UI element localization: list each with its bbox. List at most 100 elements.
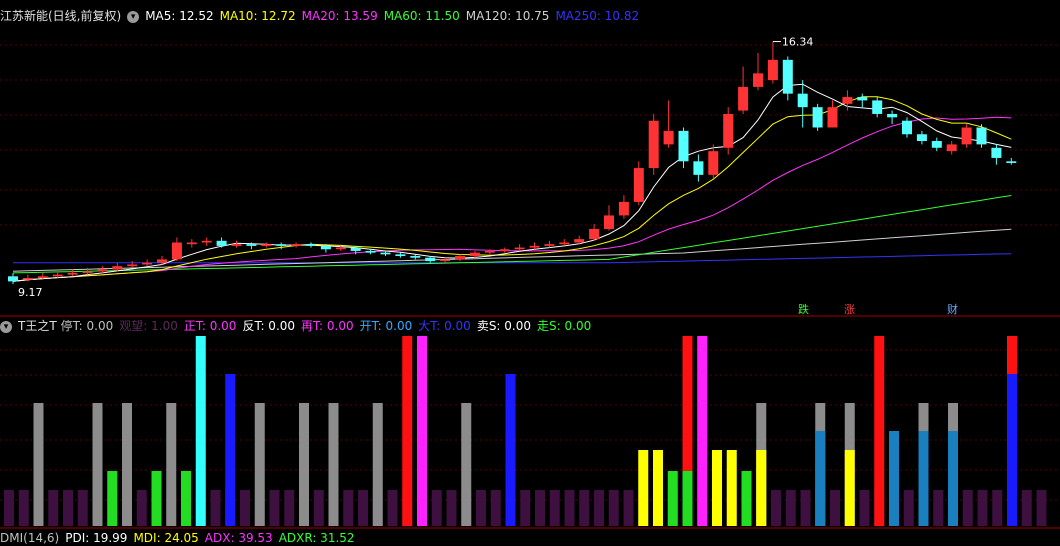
candle-body — [812, 107, 823, 128]
candle-body — [335, 247, 346, 250]
watch-bar — [520, 490, 531, 526]
walk-s-bar — [107, 471, 118, 526]
candle-body — [82, 271, 93, 273]
stop-t-bar — [299, 403, 309, 526]
reverse-t-bar — [195, 336, 206, 526]
yellow-bar — [726, 450, 737, 526]
open-t-bar — [918, 431, 929, 526]
candle-body — [395, 254, 406, 257]
watch-bar — [623, 490, 634, 526]
candle-body — [142, 262, 153, 265]
candle-body — [455, 256, 465, 260]
candle-body — [589, 228, 600, 240]
open-t-bar — [889, 431, 899, 526]
watch-bar — [992, 490, 1003, 526]
candle-body — [827, 107, 838, 128]
candle-body — [887, 113, 898, 118]
candle-body — [157, 259, 167, 263]
candle-body — [1006, 161, 1017, 163]
candle-body — [946, 144, 957, 152]
candle-body — [246, 244, 257, 246]
stop-t-bar — [328, 403, 339, 526]
candle-body — [618, 201, 629, 216]
candle-body — [529, 245, 540, 248]
stop-t-bar — [372, 403, 383, 526]
watch-bar — [313, 490, 324, 526]
candle-body — [425, 257, 436, 262]
watch-bar — [4, 490, 14, 526]
kline-chart[interactable]: 16.34 9.17 — [0, 0, 1060, 536]
watch-bar — [564, 490, 575, 526]
candle-body — [440, 259, 451, 262]
candle-body — [276, 244, 287, 246]
candle-body — [648, 120, 659, 169]
candle-body — [604, 215, 614, 229]
candle-body — [693, 161, 704, 175]
watch-bar — [579, 490, 590, 526]
walk-s-bar — [151, 471, 162, 526]
sell-bar — [402, 336, 413, 526]
stop-t-bar — [122, 403, 132, 526]
watch-bar — [240, 490, 250, 526]
walk-s-bar — [181, 471, 191, 526]
big-t-bar — [505, 374, 516, 526]
candle-body — [67, 272, 78, 275]
candle-body — [112, 266, 123, 270]
watch-bar — [549, 490, 560, 526]
candle-body — [186, 242, 197, 245]
candle-body — [544, 244, 555, 246]
candle-body — [410, 256, 421, 258]
candle-body — [97, 269, 108, 272]
walk-s-bar — [667, 471, 678, 526]
watch-bar — [1021, 490, 1032, 526]
candle-body — [663, 130, 674, 145]
watch-bar — [358, 490, 368, 526]
watch-bar — [830, 490, 840, 526]
candle-body — [872, 100, 883, 114]
candle-body — [306, 244, 316, 246]
watch-bar — [859, 490, 870, 526]
watch-bar — [933, 490, 944, 526]
stop-t-bar — [254, 403, 265, 526]
candle-body — [499, 249, 510, 251]
candle-body — [52, 274, 63, 277]
yellow-bar — [756, 450, 767, 526]
candle-body — [22, 278, 33, 280]
candle-body — [708, 151, 719, 175]
yellow-bar — [712, 450, 722, 526]
positive-t-bar — [417, 336, 427, 526]
candle-body — [902, 120, 912, 135]
watch-bar — [800, 490, 811, 526]
candle-body — [678, 130, 689, 162]
candle-body — [365, 250, 376, 253]
candle-body — [753, 73, 763, 87]
yellow-bar — [638, 450, 649, 526]
price-high-label: 16.34 — [782, 36, 814, 49]
candle-body — [484, 250, 495, 253]
candle-body — [291, 244, 302, 246]
watch-bar — [210, 490, 221, 526]
stop-t-bar — [166, 403, 177, 526]
watch-bar — [903, 490, 914, 526]
watch-bar — [962, 490, 973, 526]
watch-bar — [48, 490, 59, 526]
candle-body — [216, 240, 227, 246]
price-low-label: 9.17 — [18, 286, 43, 299]
candle-body — [931, 141, 942, 148]
candle-body — [857, 97, 868, 101]
sell-bar — [874, 336, 885, 526]
watch-bar — [608, 490, 619, 526]
candle-body — [574, 239, 585, 243]
candle-body — [633, 168, 644, 202]
yellow-bar — [653, 450, 663, 526]
candle-body — [8, 276, 18, 282]
stop-t-bar — [33, 403, 44, 526]
watch-bar — [18, 490, 29, 526]
candle-body — [201, 240, 212, 243]
watch-bar — [284, 490, 295, 526]
stop-t-bar — [461, 403, 472, 526]
candle-body — [782, 59, 793, 94]
watch-bar — [431, 490, 442, 526]
open-t-bar — [815, 431, 826, 526]
candle-body — [961, 127, 972, 145]
